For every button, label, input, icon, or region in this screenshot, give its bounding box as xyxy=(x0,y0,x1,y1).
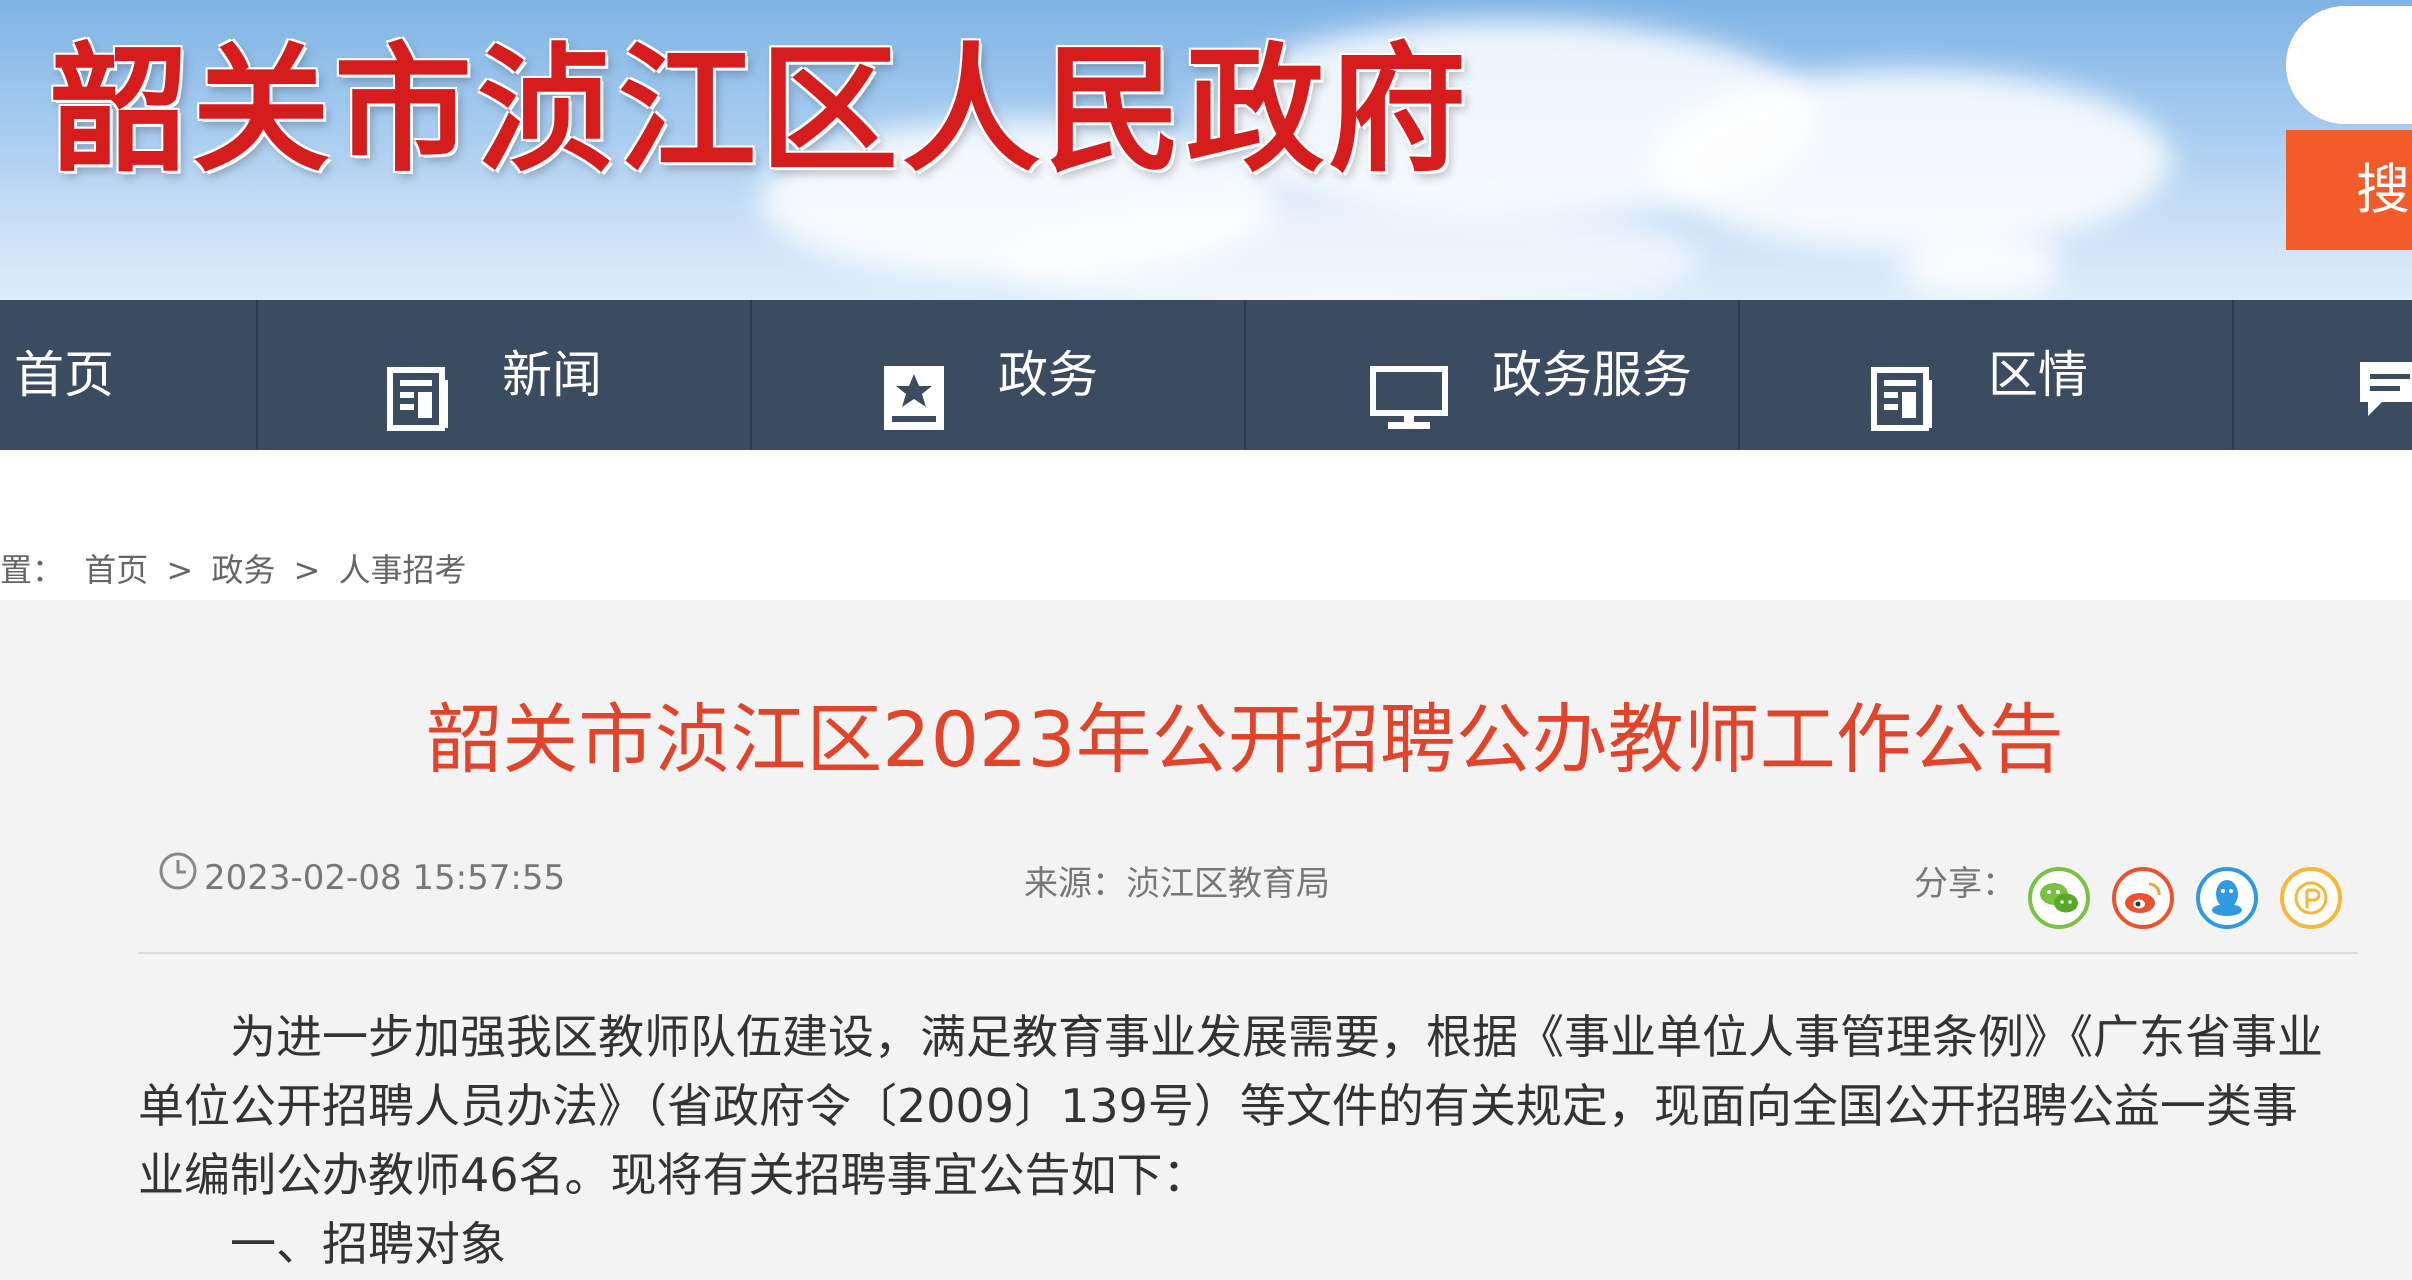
article-body: 为进一步加强我区教师队伍建设，满足教育事业发展需要，根据《事业单位人事管理条例》… xyxy=(138,1003,2338,1279)
nav-item-news[interactable]: 新闻 xyxy=(258,300,752,450)
breadcrumb-link-home[interactable]: 首页 xyxy=(84,551,148,589)
nav-item-label: 政务 xyxy=(998,346,1098,404)
clock-icon xyxy=(158,851,198,908)
weibo-icon[interactable] xyxy=(2112,867,2174,929)
breadcrumb-link-affairs[interactable]: 政务 xyxy=(211,551,275,589)
nav-item-label: 政务服务 xyxy=(1492,346,1692,404)
meta-divider xyxy=(138,952,2358,954)
article-source: 来源：浈江区教育局 xyxy=(1024,864,1330,904)
breadcrumb: 置： 首页 > 政务 > 人事招考 xyxy=(0,545,467,595)
nav-item-district[interactable]: 区情 xyxy=(1740,300,2234,450)
publish-date-text: 2023-02-08 15:57:55 xyxy=(204,858,566,898)
chat-bubble-icon xyxy=(2356,334,2412,484)
breadcrumb-separator: > xyxy=(166,551,194,589)
share-label: 分享： xyxy=(1914,864,2016,904)
nav-item-services[interactable]: 政务服务 xyxy=(1246,300,1740,450)
article-paragraph: 为进一步加强我区教师队伍建设，满足教育事业发展需要，根据《事业单位人事管理条例》… xyxy=(138,1010,2323,1202)
breadcrumb-separator: > xyxy=(293,551,321,589)
article-section-heading: 一、招聘对象 xyxy=(230,1217,506,1271)
header-banner: 韶关市浈江区人民政府 搜 xyxy=(0,0,2412,300)
search-button[interactable]: 搜 xyxy=(2286,130,2412,250)
qzone-icon[interactable] xyxy=(2280,867,2342,929)
nav-item-label: 区情 xyxy=(1988,346,2088,404)
nav-item-affairs[interactable]: 政务 xyxy=(752,300,1246,450)
newspaper-icon xyxy=(1870,340,1936,490)
site-title[interactable]: 韶关市浈江区人民政府 xyxy=(50,20,1470,200)
search-input[interactable] xyxy=(2286,6,2412,124)
wechat-icon[interactable] xyxy=(2028,867,2090,929)
nav-item-home[interactable]: 首页 xyxy=(0,300,258,450)
star-badge-icon xyxy=(882,340,946,490)
nav-item-interaction[interactable] xyxy=(2234,300,2412,450)
breadcrumb-link-recruitment[interactable]: 人事招考 xyxy=(339,551,467,589)
article-title: 韶关市浈江区2023年公开招聘公办教师工作公告 xyxy=(426,695,2064,784)
nav-item-label: 首页 xyxy=(14,346,114,404)
publish-date: 2023-02-08 15:57:55 xyxy=(158,850,565,908)
newspaper-icon xyxy=(386,340,452,490)
breadcrumb-prefix: 置： xyxy=(0,551,65,589)
monitor-icon xyxy=(1370,340,1448,490)
qq-icon[interactable] xyxy=(2196,867,2258,929)
main-nav: 首页 新闻 政务 政务服务 区情 xyxy=(0,300,2412,450)
nav-item-label: 新闻 xyxy=(502,346,602,404)
